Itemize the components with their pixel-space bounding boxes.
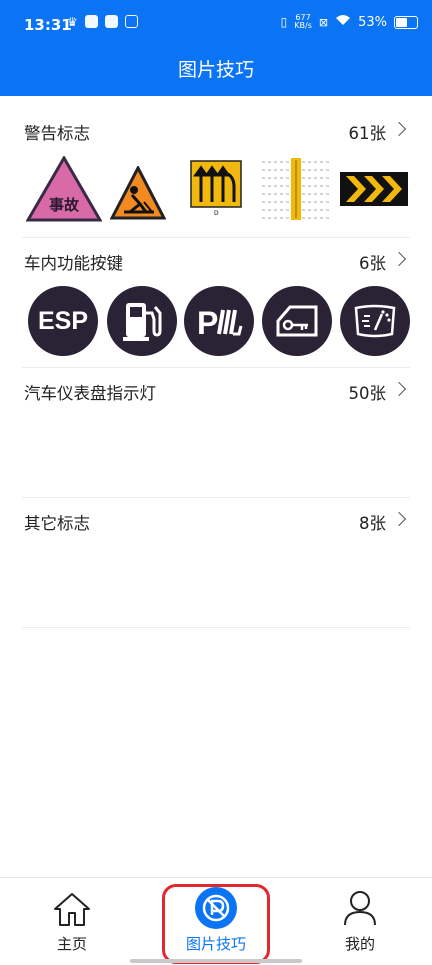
section-other-signs[interactable]: 其它标志 8张: [22, 510, 410, 628]
road-work-sign-image[interactable]: [109, 164, 167, 220]
bottom-tab-bar: 主页 图片技巧 我的: [0, 877, 432, 965]
status-right: ▯ 677 KB/s ⊠ 53%: [281, 14, 418, 30]
user-icon: [344, 891, 376, 926]
sim-icon: ⊠: [318, 15, 329, 29]
section-header[interactable]: 其它标志 8张: [24, 510, 408, 544]
section-title: 其它标志: [24, 514, 90, 533]
page-title: 图片技巧: [177, 59, 254, 81]
section-car-buttons[interactable]: 车内功能按键 6张 ESP P: [22, 250, 410, 368]
wiper-washer-icon[interactable]: [340, 286, 410, 356]
crown-icon: ♛: [67, 15, 78, 29]
net-speed-unit: KB/s: [294, 21, 312, 30]
status-bar: 13:31 ♛ ▯ 677 KB/s ⊠ 53%: [0, 0, 432, 50]
accident-sign-text: 事故: [48, 196, 79, 214]
page-header: 图片技巧: [0, 50, 432, 96]
chevron-right-icon: [391, 251, 407, 267]
network-speed: 677 KB/s: [294, 14, 312, 30]
section-count: 6张: [359, 254, 386, 273]
section-header[interactable]: 警告标志 61张: [24, 120, 408, 154]
gesture-bar[interactable]: [130, 959, 302, 963]
road-marking-image[interactable]: [258, 156, 334, 222]
svg-text:D: D: [214, 210, 219, 216]
tab-label: 主页: [56, 935, 87, 953]
section-title: 警告标志: [24, 124, 90, 143]
fuel-icon[interactable]: [107, 286, 177, 356]
door-key-icon[interactable]: [262, 286, 332, 356]
svg-text:P: P: [197, 305, 218, 338]
esp-label: ESP: [37, 306, 89, 335]
wifi-icon: [335, 14, 351, 30]
notification-icons: ♛: [67, 15, 138, 29]
section-header[interactable]: 车内功能按键 6张: [24, 250, 408, 284]
vibrate-icon: ▯: [280, 15, 288, 29]
section-count: 61张: [348, 124, 387, 143]
car-button-thumbnails: ESP P: [22, 286, 410, 360]
section-header[interactable]: 汽车仪表盘指示灯 50张: [24, 380, 408, 414]
esp-button-image[interactable]: ESP: [28, 286, 98, 356]
section-count: 50张: [348, 384, 387, 403]
section-title: 车内功能按键: [24, 254, 123, 273]
tab-profile[interactable]: 我的: [300, 878, 420, 965]
highlight-box: [162, 884, 270, 964]
chevron-right-icon: [391, 381, 407, 397]
chevron-warning-sign-image[interactable]: [340, 172, 408, 206]
warning-sign-thumbnails: 事故 D: [22, 155, 410, 222]
chevron-right-icon: [391, 121, 407, 137]
section-title: 汽车仪表盘指示灯: [24, 384, 156, 403]
mail-icon: [104, 15, 118, 28]
video-app-icon: [124, 15, 138, 28]
section-dashboard-lights[interactable]: 汽车仪表盘指示灯 50张: [22, 380, 410, 498]
tab-label: 我的: [344, 935, 375, 953]
tab-home[interactable]: 主页: [12, 878, 132, 965]
section-count: 8张: [359, 514, 386, 533]
home-icon: [54, 893, 90, 926]
section-warning-signs[interactable]: 警告标志 61张 事故 D: [22, 120, 410, 238]
accident-sign-image[interactable]: 事故: [25, 155, 103, 222]
parking-sensor-icon[interactable]: P: [184, 286, 254, 356]
status-time: 13:31: [24, 16, 72, 34]
chevron-right-icon: [391, 511, 407, 527]
battery-percent: 53%: [358, 14, 387, 30]
battery-icon: [394, 15, 418, 29]
lane-change-sign-image[interactable]: D: [190, 160, 242, 217]
app-notification-icon: [84, 15, 98, 28]
